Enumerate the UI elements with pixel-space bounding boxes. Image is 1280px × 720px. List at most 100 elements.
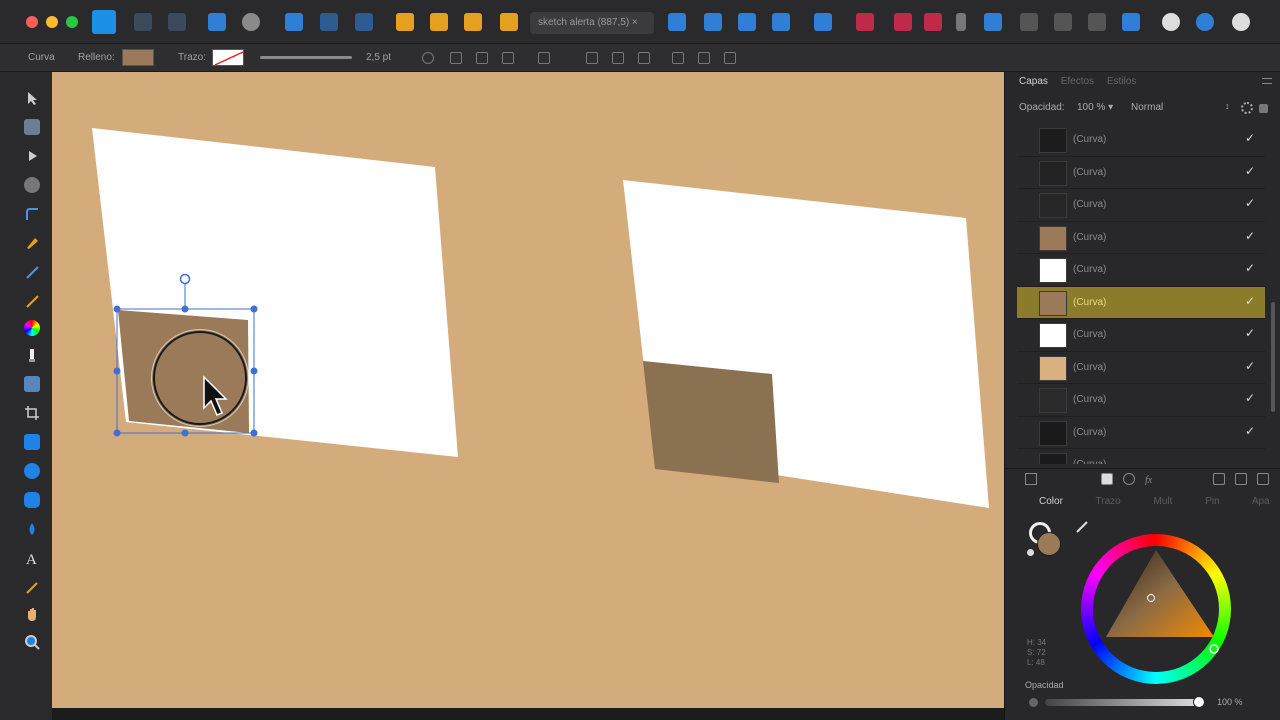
- layer-visibility-checkbox[interactable]: ✓: [1245, 131, 1255, 145]
- tab-effects[interactable]: Efectos: [1061, 76, 1094, 87]
- persona-export-icon[interactable]: [168, 13, 186, 31]
- selection-handle[interactable]: [113, 305, 121, 313]
- arrange-back-icon[interactable]: [396, 13, 414, 31]
- rotate-icon[interactable]: [355, 13, 373, 31]
- distribute-icon[interactable]: [772, 13, 790, 31]
- tab-mult[interactable]: Mult: [1154, 496, 1173, 507]
- move-tool-icon[interactable]: [24, 90, 40, 106]
- tab-styles[interactable]: Estilos: [1107, 76, 1136, 87]
- layer-visibility-checkbox[interactable]: ✓: [1245, 326, 1255, 340]
- color-wheel[interactable]: [1081, 534, 1231, 684]
- rectangle-tool-icon[interactable]: [24, 434, 40, 450]
- stroke-style-icon[interactable]: [422, 52, 434, 64]
- zoom-tool-icon[interactable]: [24, 634, 40, 650]
- fill-swatch[interactable]: [122, 49, 154, 66]
- selection-handle[interactable]: [250, 305, 258, 313]
- assistant-icon[interactable]: [242, 13, 260, 31]
- context-align-center-icon[interactable]: [612, 52, 624, 64]
- right-brown-shape[interactable]: [643, 361, 779, 483]
- layers-stack-icon[interactable]: [1025, 473, 1037, 485]
- maximize-window-button[interactable]: [66, 16, 78, 28]
- duplicate-layer-icon[interactable]: [1235, 473, 1247, 485]
- grid-icon[interactable]: [320, 13, 338, 31]
- pencil-tool-icon[interactable]: [24, 264, 40, 280]
- flip-horizontal-icon[interactable]: [668, 13, 686, 31]
- minimize-window-button[interactable]: [46, 16, 58, 28]
- boolean-add-icon[interactable]: [856, 13, 874, 31]
- corner-tool-icon[interactable]: [24, 206, 40, 222]
- selection-handle[interactable]: [113, 429, 121, 437]
- layer-row[interactable]: (Curva) ✓: [1017, 157, 1265, 189]
- ungroup-icon[interactable]: [1054, 13, 1072, 31]
- layer-visibility-checkbox[interactable]: ✓: [1245, 229, 1255, 243]
- context-align-middle-icon[interactable]: [698, 52, 710, 64]
- layer-visibility-checkbox[interactable]: ✓: [1245, 196, 1255, 210]
- layer-row[interactable]: (Curva) ✓: [1017, 286, 1265, 319]
- insert-inside-icon[interactable]: [984, 13, 1002, 31]
- fx-icon[interactable]: fx: [1145, 473, 1157, 486]
- tab-layers[interactable]: Capas: [1019, 76, 1048, 87]
- context-align-right-icon[interactable]: [638, 52, 650, 64]
- layer-row[interactable]: (Curva) ✓: [1017, 384, 1265, 417]
- affinity-designer-app-icon[interactable]: [92, 10, 116, 34]
- tab-stroke[interactable]: Trazo: [1096, 496, 1121, 507]
- geometry-icon[interactable]: [1088, 13, 1106, 31]
- layer-visibility-checkbox[interactable]: ✓: [1245, 294, 1255, 308]
- align-left-icon[interactable]: [814, 13, 832, 31]
- lock-icon[interactable]: [1259, 104, 1268, 113]
- text-tool-icon[interactable]: A: [24, 550, 40, 568]
- color-opacity-slider[interactable]: [1045, 699, 1199, 706]
- tab-color[interactable]: Color: [1039, 496, 1063, 507]
- color-opacity-knob[interactable]: [1193, 696, 1205, 708]
- context-align-bottom-icon[interactable]: [724, 52, 736, 64]
- document-tab[interactable]: sketch alerta (887,5) ×: [530, 12, 654, 34]
- panel-menu-icon[interactable]: [1262, 78, 1272, 84]
- layer-row[interactable]: (Curva) ✓: [1017, 222, 1265, 254]
- fill-tool-icon[interactable]: [24, 320, 40, 336]
- delete-layer-icon[interactable]: [1257, 473, 1269, 485]
- eyedropper-tool-icon[interactable]: [24, 579, 40, 595]
- gear-icon[interactable]: [1241, 102, 1253, 114]
- layer-row[interactable]: (Curva) ✓: [1017, 189, 1265, 222]
- layers-studio-icon[interactable]: [1162, 13, 1180, 31]
- transform-icon[interactable]: [285, 13, 303, 31]
- rounded-rectangle-tool-icon[interactable]: [24, 492, 40, 508]
- group-icon[interactable]: [1020, 13, 1038, 31]
- layer-visibility-checkbox[interactable]: ✓: [1245, 424, 1255, 438]
- layer-row[interactable]: (Curva) ✓: [1017, 319, 1265, 352]
- convert-icon[interactable]: [538, 52, 550, 64]
- transparency-tool-icon[interactable]: [24, 347, 40, 363]
- contour-tool-icon[interactable]: [24, 177, 40, 193]
- layer-row[interactable]: (Curva) ✓: [1017, 352, 1265, 384]
- selection-handle[interactable]: [250, 429, 258, 437]
- smooth-curve-icon[interactable]: [450, 52, 462, 64]
- place-image-tool-icon[interactable]: [24, 376, 40, 392]
- text-wrap-icon[interactable]: [1122, 13, 1140, 31]
- selection-handle[interactable]: [181, 305, 189, 313]
- color-studio-icon[interactable]: [1232, 13, 1250, 31]
- selection-handle[interactable]: [113, 367, 121, 375]
- ellipse-tool-icon[interactable]: [24, 463, 40, 479]
- blend-mode-select[interactable]: Normal: [1131, 102, 1231, 113]
- layer-visibility-checkbox[interactable]: ✓: [1245, 391, 1255, 405]
- boolean-subtract-icon[interactable]: [894, 13, 912, 31]
- close-window-button[interactable]: [26, 16, 38, 28]
- node-tool-icon[interactable]: [24, 148, 40, 164]
- tab-apa[interactable]: Apa: [1252, 496, 1270, 507]
- flip-vertical-icon[interactable]: [704, 13, 722, 31]
- snapping-icon[interactable]: [208, 13, 226, 31]
- layer-visibility-checkbox[interactable]: ✓: [1245, 359, 1255, 373]
- stroke-swatch[interactable]: [212, 49, 244, 66]
- boolean-dropdown-icon[interactable]: [956, 13, 966, 31]
- selection-handle[interactable]: [181, 429, 189, 437]
- hand-tool-icon[interactable]: [24, 606, 40, 622]
- crop-tool-icon[interactable]: [24, 405, 40, 421]
- context-align-top-icon[interactable]: [672, 52, 684, 64]
- adjustment-icon[interactable]: [1123, 473, 1135, 485]
- arrange-front-icon[interactable]: [500, 13, 518, 31]
- layer-row[interactable]: (Curva) ✓: [1017, 124, 1265, 157]
- transform-mode-icon[interactable]: [476, 52, 488, 64]
- layer-visibility-checkbox[interactable]: ✓: [1245, 261, 1255, 275]
- lock-children-icon[interactable]: [502, 52, 514, 64]
- rotation-handle[interactable]: [179, 273, 191, 285]
